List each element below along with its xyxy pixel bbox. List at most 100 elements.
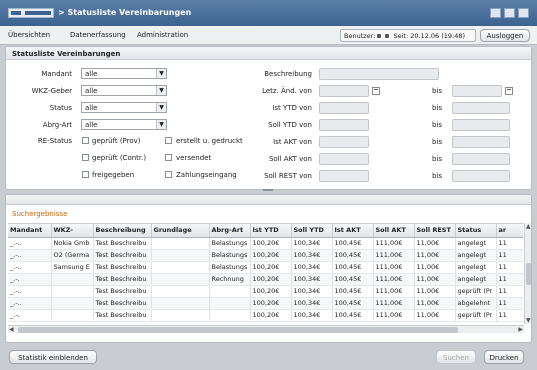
letz-aend-bis-input[interactable] xyxy=(452,85,502,97)
vertical-scrollbar[interactable]: ▲ ▼ xyxy=(524,223,531,324)
column-header[interactable]: Soll YTD xyxy=(291,224,333,238)
mandant-select[interactable]: alle ▼ xyxy=(81,68,167,79)
status-select[interactable]: alle ▼ xyxy=(81,102,167,113)
help-icon[interactable] xyxy=(490,8,501,18)
table-cell: angelegt xyxy=(455,273,497,286)
menu-item-administration[interactable]: Administration xyxy=(137,31,188,39)
column-header[interactable]: Beschreibung xyxy=(93,224,152,238)
table-cell: 100,45€ xyxy=(332,285,374,298)
table-cell: Belastungs xyxy=(209,249,251,262)
table-cell xyxy=(151,261,210,274)
checkbox-freigegeben[interactable] xyxy=(82,171,89,178)
checkbox-label: versendet xyxy=(176,154,212,162)
column-header[interactable]: Soll AKT xyxy=(373,224,415,238)
soll-akt-label: Soll AKT von xyxy=(268,155,312,163)
table-cell xyxy=(51,273,94,286)
column-header[interactable]: Abrg-Art xyxy=(209,224,251,238)
menu-item-datenerfassung[interactable]: Datenerfassung xyxy=(70,31,126,39)
table-cell: _.-.. xyxy=(8,297,52,310)
checkbox-erstellt-gedruckt[interactable] xyxy=(165,137,172,144)
table-row[interactable]: _.-.. Test Beschreibu 100,20€ 100,34€ 100,45… xyxy=(8,285,523,298)
table-row[interactable]: _.-. Test Beschreibu 100,20€ 100,34€ 100,45€… xyxy=(8,309,523,322)
table-cell: 11,00€ xyxy=(414,273,456,286)
search-button[interactable]: Suchen xyxy=(436,350,476,364)
letz-aend-von-input[interactable] xyxy=(319,85,369,97)
table-cell: 11 xyxy=(496,237,523,250)
column-header[interactable]: ar xyxy=(496,224,523,238)
ist-akt-label: Ist AKT von xyxy=(273,138,312,146)
table-cell xyxy=(151,273,210,286)
panel-splitter[interactable] xyxy=(263,189,273,191)
table-cell: 111,00€ xyxy=(373,261,415,274)
soll-akt-von-input[interactable] xyxy=(319,153,369,165)
scroll-up-icon: ▲ xyxy=(526,223,531,230)
table-cell: Test Beschreibu xyxy=(93,249,152,262)
table-cell: Belastungs xyxy=(209,261,251,274)
ist-akt-bis-input[interactable] xyxy=(452,136,510,148)
table-cell: 100,20€ xyxy=(250,285,292,298)
table-cell: 100,20€ xyxy=(250,309,292,322)
beschreibung-input[interactable] xyxy=(319,68,439,80)
ist-ytd-bis-input[interactable] xyxy=(452,102,510,114)
column-header[interactable]: Ist YTD xyxy=(250,224,292,238)
column-header[interactable]: Mandant xyxy=(8,224,52,238)
scroll-thumb[interactable] xyxy=(526,263,531,285)
chevron-down-icon: ▼ xyxy=(156,69,166,78)
table-row[interactable]: _.-. Test Beschreibu Rechnung 100,20€ 100,34… xyxy=(8,273,523,286)
checkbox-geprueft-prov[interactable] xyxy=(82,137,89,144)
checkbox-zahlungseingang[interactable] xyxy=(165,171,172,178)
column-header[interactable]: WKZ- xyxy=(51,224,94,238)
soll-rest-von-input[interactable] xyxy=(319,170,369,182)
soll-rest-bis-input[interactable] xyxy=(452,170,510,182)
table-cell: 111,00€ xyxy=(373,237,415,250)
checkbox-label: freigegeben xyxy=(92,171,135,179)
table-cell: 100,34€ xyxy=(291,297,333,310)
column-header[interactable]: Status xyxy=(455,224,497,238)
column-header[interactable]: Soll REST xyxy=(414,224,456,238)
ist-ytd-von-input[interactable] xyxy=(319,102,369,114)
user-label: Benutzer: xyxy=(344,32,376,40)
table-cell: 100,45€ xyxy=(332,273,374,286)
table-cell: 100,45€ xyxy=(332,249,374,262)
user-info: Benutzer: Seit: 20.12.06 (19:48) xyxy=(340,29,476,42)
soll-ytd-von-input[interactable] xyxy=(319,119,369,131)
calendar-icon[interactable] xyxy=(372,87,380,95)
table-cell: 11 xyxy=(496,309,523,322)
table-row[interactable]: _.-.. O2 (Germa Test Beschreibu Belastungs 1… xyxy=(8,249,523,262)
table-cell: 100,34€ xyxy=(291,285,333,298)
table-row[interactable]: _.-.. Samsung E Test Beschreibu Belastungs 1… xyxy=(8,261,523,274)
table-cell: 11,00€ xyxy=(414,285,456,298)
results-title: Suchergebnisse xyxy=(12,210,68,218)
print-button[interactable]: Drucken xyxy=(484,350,524,364)
wkz-geber-select[interactable]: alle ▼ xyxy=(81,85,167,96)
soll-akt-bis-input[interactable] xyxy=(452,153,510,165)
menu-item-uebersichten[interactable]: Übersichten xyxy=(8,31,50,39)
table-cell: Test Beschreibu xyxy=(93,297,152,310)
statistik-button[interactable]: Statistik einblenden xyxy=(9,350,97,364)
table-cell: abgelehnt xyxy=(455,297,497,310)
checkbox-versendet[interactable] xyxy=(165,154,172,161)
table-row[interactable]: _.-.. Test Beschreibu 100,20€ 100,34€ 100,45… xyxy=(8,297,523,310)
table-row[interactable]: _.-.. Nokia Gmb Test Beschreibu Belastungs 1… xyxy=(8,237,523,250)
column-header[interactable]: Grundlage xyxy=(151,224,210,238)
checkbox-label: Zahlungseingang xyxy=(176,171,237,179)
table-cell: 111,00€ xyxy=(373,285,415,298)
table-cell: 111,00€ xyxy=(373,297,415,310)
scroll-thumb[interactable] xyxy=(18,327,458,333)
soll-ytd-bis-input[interactable] xyxy=(452,119,510,131)
ist-akt-von-input[interactable] xyxy=(319,136,369,148)
table-cell: Belastungs xyxy=(209,237,251,250)
settings-icon[interactable] xyxy=(518,8,529,18)
checkbox-geprueft-contr[interactable] xyxy=(82,154,89,161)
print-icon[interactable] xyxy=(504,8,515,18)
table-cell: _.-. xyxy=(8,273,52,286)
table-cell: 11,00€ xyxy=(414,261,456,274)
table-cell: 100,20€ xyxy=(250,249,292,262)
horizontal-scrollbar[interactable]: ◀ ▶ xyxy=(8,325,524,333)
column-header[interactable]: Ist AKT xyxy=(332,224,374,238)
table-cell: _.-.. xyxy=(8,237,52,250)
abrg-art-select[interactable]: alle ▼ xyxy=(81,119,167,130)
logout-button[interactable]: Ausloggen xyxy=(480,29,530,42)
logo xyxy=(8,8,54,18)
calendar-icon[interactable] xyxy=(505,87,513,95)
